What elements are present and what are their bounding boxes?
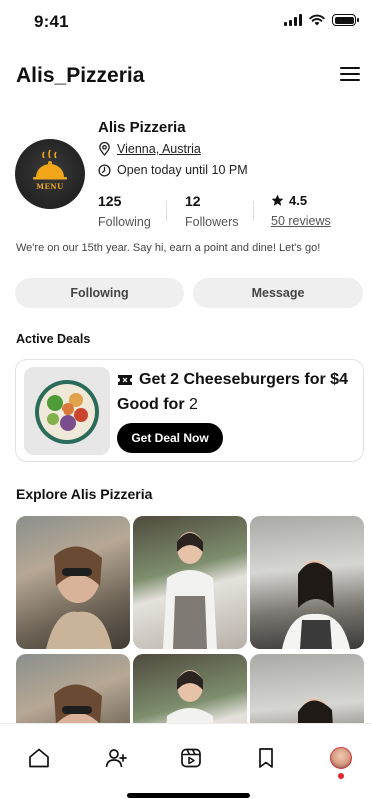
stat-label: Followers [185,215,239,229]
deal-good-for: Good for 2 [117,396,198,414]
profile-name: Alis Pizzeria [98,119,186,136]
stat-following[interactable]: 125 Following [98,193,151,229]
message-button[interactable]: Message [193,278,363,308]
profile-stats: 125 Following 12 Followers 4.5 50 review… [98,193,348,233]
stat-value: 12 [185,193,201,209]
nav-saved[interactable] [252,744,280,772]
status-bar: 9:41 [0,0,372,44]
home-icon [29,748,49,768]
explore-photo[interactable] [133,516,247,649]
signal-icon [284,14,302,26]
hours-row: Open today until 10 PM [98,163,248,177]
reviews-link[interactable]: 50 reviews [271,214,331,228]
active-deals-title: Active Deals [16,332,91,346]
following-button[interactable]: Following [15,278,184,308]
deal-title: Get 2 Cheeseburgers for $4 [117,371,348,389]
explore-photo[interactable] [250,516,364,649]
star-icon [271,194,284,206]
stat-label: Following [98,215,151,229]
explore-title: Explore Alis Pizzeria [16,486,153,502]
nav-profile[interactable] [327,744,355,772]
good-for-count: 2 [189,396,198,413]
stat-value: 125 [98,193,122,209]
avatar[interactable]: MENU [15,139,85,209]
page-title: Alis_Pizzeria [16,64,145,87]
battery-icon [332,14,359,26]
profile-bio: We're on our 15th year. Say hi, earn a p… [16,242,321,254]
hours-text: Open today until 10 PM [117,163,248,177]
menu-icon[interactable] [340,66,360,82]
home-indicator [127,793,250,798]
stat-rating[interactable]: 4.5 50 reviews [271,193,331,228]
clock-icon [98,163,111,177]
explore-photo[interactable] [16,516,130,649]
ticket-icon [118,375,132,385]
add-user-icon [105,749,127,768]
location-pin-icon [99,142,110,156]
avatar-menu-text: MENU [36,182,64,191]
profile-avatar [330,747,352,769]
bottom-nav [0,723,372,799]
menu-cloche-icon [33,149,67,180]
good-for-label: Good for [117,396,185,413]
deal-card[interactable]: Get 2 Cheeseburgers for $4 Good for 2 Ge… [15,359,364,462]
status-time: 9:41 [34,12,69,31]
divider [253,201,254,221]
nav-add-friend[interactable] [102,744,130,772]
get-deal-button[interactable]: Get Deal Now [117,423,223,453]
status-icons [284,14,359,26]
deal-title-text: Get 2 Cheeseburgers for $4 [139,371,348,388]
nav-reels[interactable] [177,744,205,772]
bookmark-icon [259,748,273,768]
deal-image [24,367,110,455]
reels-icon [181,748,201,768]
divider [166,201,167,221]
stat-followers[interactable]: 12 Followers [185,193,239,229]
location-text[interactable]: Vienna, Austria [117,142,201,156]
rating-value: 4.5 [289,193,308,208]
location-row[interactable]: Vienna, Austria [98,142,201,156]
nav-home[interactable] [25,744,53,772]
wifi-icon [309,14,325,26]
notification-dot [338,773,344,779]
